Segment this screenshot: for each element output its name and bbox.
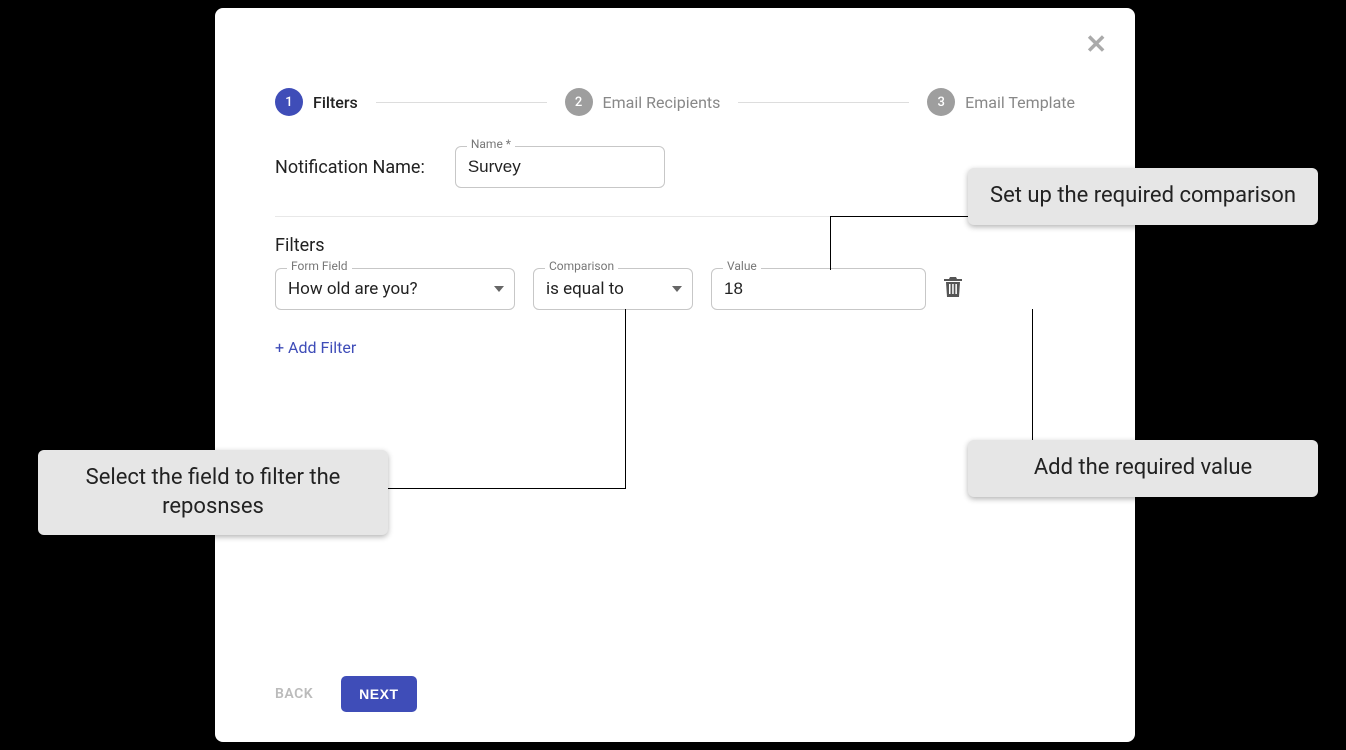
step-1-circle: 1 xyxy=(275,88,303,116)
formfield-legend: Form Field xyxy=(287,259,352,273)
name-field-wrap: Name * xyxy=(455,146,665,188)
step-3-label: Email Template xyxy=(965,93,1075,112)
notification-name-row: Notification Name: Name * xyxy=(275,146,1075,217)
add-filter-button[interactable]: + Add Filter xyxy=(275,338,356,357)
formfield-select[interactable]: How old are you? xyxy=(275,268,515,310)
callout-value: Add the required value xyxy=(968,440,1318,497)
name-legend: Name * xyxy=(467,137,515,151)
callout-field: Select the field to filter the reposnses xyxy=(38,450,388,535)
next-button[interactable]: NEXT xyxy=(341,676,416,712)
trash-icon xyxy=(944,277,962,297)
comparison-select[interactable]: is equal to xyxy=(533,268,693,310)
step-2-label: Email Recipients xyxy=(603,93,721,112)
step-3-circle: 3 xyxy=(927,88,955,116)
connector-line xyxy=(830,216,831,270)
comparison-value: is equal to xyxy=(546,279,624,299)
step-2-circle: 2 xyxy=(565,88,593,116)
connector-line xyxy=(830,216,974,217)
notification-name-label: Notification Name: xyxy=(275,157,425,178)
close-icon[interactable]: ✕ xyxy=(1085,32,1107,58)
back-button: BACK xyxy=(275,686,313,702)
chevron-down-icon xyxy=(494,286,504,292)
step-1-label: Filters xyxy=(313,93,358,112)
value-input[interactable] xyxy=(711,268,926,310)
modal-footer: BACK NEXT xyxy=(275,676,417,712)
callout-comparison: Set up the required comparison xyxy=(968,168,1318,225)
value-legend: Value xyxy=(723,259,761,273)
notification-name-input[interactable] xyxy=(455,146,665,188)
notification-modal: ✕ 1 Filters 2 Email Recipients 3 Email T… xyxy=(215,8,1135,742)
step-divider xyxy=(738,102,909,103)
connector-line xyxy=(625,309,626,489)
comparison-wrap: Comparison is equal to xyxy=(533,268,693,310)
step-filters[interactable]: 1 Filters xyxy=(275,88,358,116)
step-template[interactable]: 3 Email Template xyxy=(927,88,1075,116)
comparison-legend: Comparison xyxy=(545,259,618,273)
step-recipients[interactable]: 2 Email Recipients xyxy=(565,88,721,116)
delete-filter-button[interactable] xyxy=(944,277,962,302)
formfield-value: How old are you? xyxy=(288,279,418,299)
formfield-wrap: Form Field How old are you? xyxy=(275,268,515,310)
wizard-stepper: 1 Filters 2 Email Recipients 3 Email Tem… xyxy=(215,8,1135,116)
chevron-down-icon xyxy=(672,286,682,292)
modal-content: Notification Name: Name * Filters Form F… xyxy=(215,116,1135,357)
step-divider xyxy=(376,102,547,103)
filters-title: Filters xyxy=(275,235,1075,256)
filter-row: Form Field How old are you? Comparison i… xyxy=(275,268,1075,310)
connector-line xyxy=(382,488,626,489)
value-wrap: Value xyxy=(711,268,926,310)
filters-section: Filters Form Field How old are you? Comp… xyxy=(275,217,1075,357)
